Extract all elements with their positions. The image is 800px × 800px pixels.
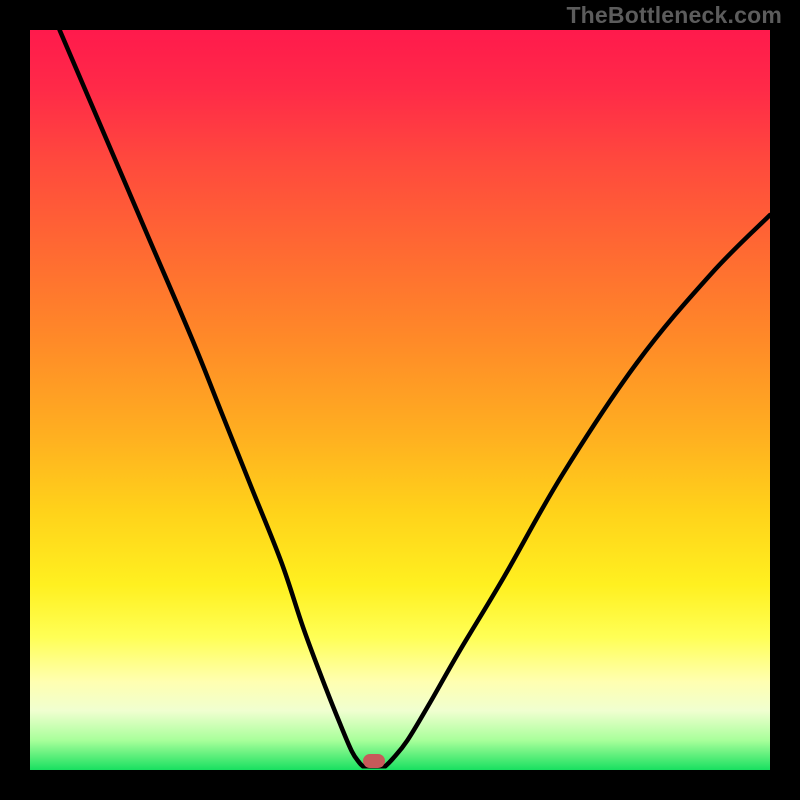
watermark-text: TheBottleneck.com	[566, 2, 782, 29]
curve-left	[60, 30, 363, 766]
minimum-marker	[363, 754, 385, 768]
plot-area	[30, 30, 770, 770]
chart-frame: TheBottleneck.com	[0, 0, 800, 800]
curve-right	[385, 215, 770, 766]
curve-svg	[30, 30, 770, 770]
